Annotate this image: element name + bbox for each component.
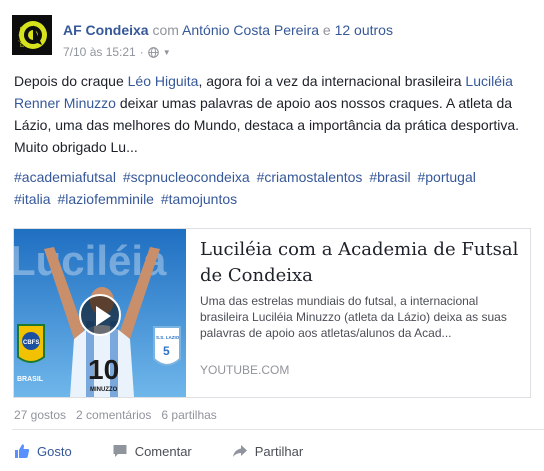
- divider: [12, 429, 544, 430]
- thumbs-up-icon: [15, 444, 30, 458]
- and-word: e: [322, 22, 331, 38]
- page-name-link[interactable]: AF Condeixa: [63, 22, 149, 38]
- share-label: Partilhar: [254, 443, 304, 459]
- post-meta: 7/10 às 15:21 · ▼: [63, 45, 171, 59]
- link-card-domain: YOUTUBE.COM: [200, 363, 290, 377]
- hashtag-link[interactable]: #tamojuntos: [161, 191, 237, 207]
- hashtag-link[interactable]: #portugal: [417, 169, 475, 185]
- badge-right-text: S.S. LAZIO: [156, 335, 180, 340]
- meta-separator: ·: [139, 45, 144, 59]
- logo-text: núcleo: [19, 26, 26, 47]
- like-button[interactable]: Gosto: [14, 443, 72, 459]
- video-thumbnail[interactable]: Luciléia 10 MINUZZO CBFS BRASIL S.S. LAZ…: [14, 229, 186, 397]
- badge-left-text: CBFS: [23, 340, 39, 346]
- share-icon: [232, 445, 247, 457]
- post-text-part: Depois do craque: [14, 73, 128, 89]
- play-button-icon[interactable]: [79, 294, 121, 336]
- timestamp-link[interactable]: 7/10 às 15:21: [63, 45, 136, 59]
- facebook-post: núcleo AF Condeixa com António Costa Per…: [0, 0, 544, 471]
- globe-icon[interactable]: [147, 46, 159, 58]
- mention-link[interactable]: Léo Higuita: [128, 73, 199, 89]
- privacy-dropdown-icon[interactable]: ▼: [163, 48, 171, 57]
- page-avatar[interactable]: núcleo: [12, 15, 52, 55]
- hashtag-link[interactable]: #laziofemminile: [57, 191, 153, 207]
- comment-icon: [113, 445, 127, 457]
- comment-label: Comentar: [134, 443, 192, 459]
- shares-count[interactable]: 6 partilhas: [161, 408, 216, 422]
- hashtag-link[interactable]: #criamostalentos: [257, 169, 363, 185]
- link-card-title[interactable]: Luciléia com a Academia de Futsal de Con…: [200, 237, 526, 289]
- likes-count[interactable]: 27 gostos: [14, 408, 66, 422]
- link-preview-card[interactable]: Luciléia 10 MINUZZO CBFS BRASIL S.S. LAZ…: [13, 228, 531, 398]
- link-card-description: Uma das estrelas mundiais do futsal, a i…: [200, 294, 507, 340]
- comment-button[interactable]: Comentar: [112, 443, 192, 459]
- hashtag-link[interactable]: #scpnucleocondeixa: [123, 169, 250, 185]
- hashtag-list: #academiafutsal #scpnucleocondeixa #cria…: [14, 166, 540, 210]
- thumb-number: 10: [88, 354, 119, 385]
- post-text-part: , agora foi a vez da internacional brasi…: [198, 73, 466, 89]
- like-label: Gosto: [37, 443, 72, 459]
- post-header: AF Condeixa com António Costa Pereira e …: [63, 22, 393, 38]
- hashtag-link[interactable]: #italia: [14, 191, 51, 207]
- action-bar: Gosto Comentar Partilhar: [14, 441, 343, 461]
- post-body: Depois do craque Léo Higuita, agora foi …: [14, 70, 540, 158]
- post-stats: 27 gostos 2 comentários 6 partilhas: [14, 408, 217, 422]
- hashtag-link[interactable]: #brasil: [369, 169, 410, 185]
- thumb-name: MINUZZO: [90, 387, 118, 393]
- page-logo-icon: núcleo: [12, 15, 52, 55]
- comments-count[interactable]: 2 comentários: [76, 408, 151, 422]
- tagged-person-link[interactable]: António Costa Pereira: [182, 22, 319, 38]
- badge-right-num: 5: [163, 344, 170, 358]
- share-button[interactable]: Partilhar: [232, 443, 303, 459]
- badge-left-sub: BRASIL: [17, 376, 44, 383]
- with-word: com: [152, 22, 179, 38]
- others-link[interactable]: 12 outros: [335, 22, 393, 38]
- hashtag-link[interactable]: #academiafutsal: [14, 169, 116, 185]
